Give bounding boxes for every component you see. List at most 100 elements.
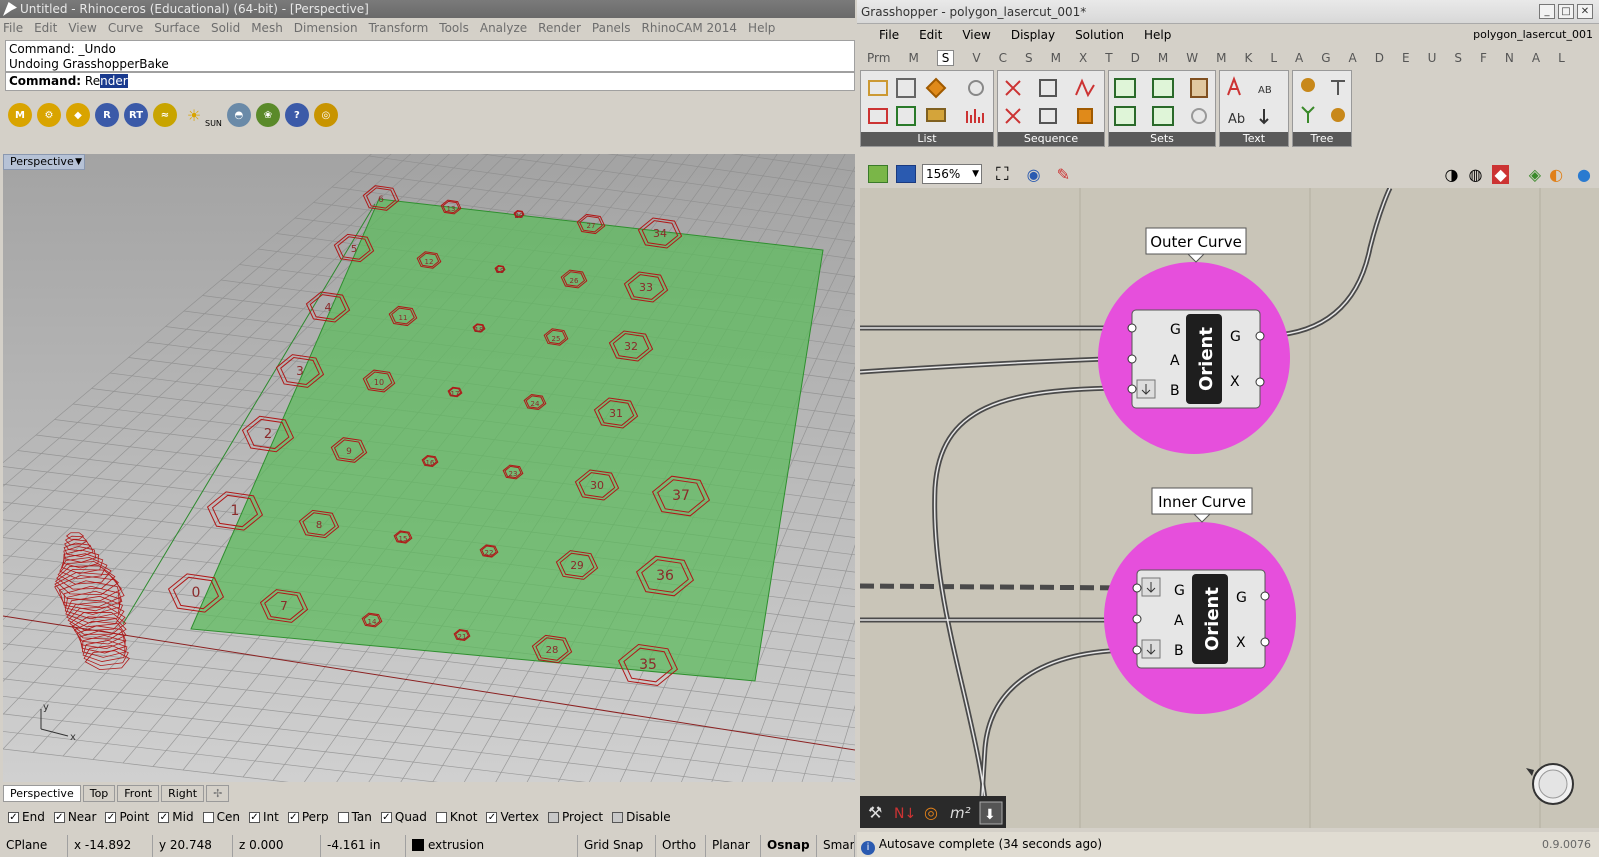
checkbox[interactable]: ✓ <box>8 811 19 823</box>
checkbox[interactable]: ✓ <box>486 811 498 823</box>
menu-dimension[interactable]: Dimension <box>294 21 358 35</box>
zoom-field[interactable]: 156% ▼ <box>922 164 982 184</box>
status-smarttrack[interactable]: Smar <box>817 835 855 857</box>
light-icon[interactable]: ◓ <box>226 103 251 127</box>
render-icon[interactable]: R <box>95 103 119 127</box>
close-icon[interactable]: ✕ <box>1577 4 1593 19</box>
save-file-icon[interactable] <box>896 165 916 183</box>
menu-solid[interactable]: Solid <box>211 21 240 35</box>
checkbox[interactable]: ✓ <box>105 811 117 823</box>
status-osnap[interactable]: Osnap <box>761 835 817 857</box>
checkbox[interactable]: ✓ <box>158 811 170 823</box>
osnap-tan[interactable]: Tan <box>337 810 372 824</box>
sphere-display-icon[interactable]: ● <box>1577 165 1591 184</box>
gh-menu-edit[interactable]: Edit <box>919 28 942 42</box>
math-icon[interactable]: m² <box>950 804 971 822</box>
gh-tab[interactable]: N <box>1505 51 1514 65</box>
status-grid-snap[interactable]: Grid Snap <box>578 835 656 857</box>
command-input[interactable]: Command: Render <box>5 72 855 91</box>
gh-tab[interactable]: X <box>1079 51 1087 65</box>
gh-menu-display[interactable]: Display <box>1011 28 1055 42</box>
orient-inner-node[interactable]: Orient G A B G X Inner Curve <box>1104 487 1296 714</box>
materials-icon[interactable]: M <box>8 103 32 127</box>
osnap-near[interactable]: ✓ Near <box>53 810 96 824</box>
osnap-int[interactable]: ✓ Int <box>248 810 279 824</box>
gh-tab[interactable]: L <box>1558 51 1565 65</box>
gh-tab[interactable]: S <box>1025 51 1033 65</box>
checkbox[interactable]: ✓ <box>380 811 392 823</box>
hex-polygon[interactable]: 18 <box>472 323 486 334</box>
menu-rhinocam[interactable]: RhinoCAM 2014 <box>642 21 738 35</box>
gh-menu-view[interactable]: View <box>962 28 990 42</box>
number-slider-icon[interactable]: N↓ <box>894 806 916 822</box>
sets-component-icons[interactable] <box>1109 71 1217 133</box>
gh-canvas-graph[interactable]: Orient G A B G X Outer Curve Orient G A … <box>860 188 1599 828</box>
gh-tab[interactable]: L <box>1270 51 1277 65</box>
menu-surface[interactable]: Surface <box>154 21 200 35</box>
gh-tab[interactable]: W <box>1186 51 1198 65</box>
tree-component-icons[interactable] <box>1293 71 1353 133</box>
material-icon[interactable]: ◐ <box>1549 165 1563 184</box>
perspective-viewport[interactable]: 0 1 2 3 4 5 6 7 8 9 10 11 12 13 14 15 16 17 18 19 20 21 22 23 24… <box>0 93 1064 855</box>
gh-tab[interactable]: S <box>936 50 955 66</box>
chevron-down-icon[interactable]: ▼ <box>75 155 82 169</box>
gh-tab[interactable]: S <box>1454 51 1462 65</box>
osnap-mid[interactable]: ✓ Mid <box>158 810 194 824</box>
tab-right[interactable]: Right <box>161 785 205 802</box>
gh-menu-solution[interactable]: Solution <box>1075 28 1124 42</box>
gh-tab[interactable]: C <box>999 51 1007 65</box>
checkbox[interactable] <box>337 811 349 823</box>
gh-tab[interactable]: T <box>1105 51 1112 65</box>
osnap-quad[interactable]: ✓ Quad <box>380 810 427 824</box>
download-icon[interactable]: ⬇ <box>984 807 996 823</box>
osnap-cen[interactable]: Cen <box>202 810 240 824</box>
gh-tab[interactable]: M <box>1216 51 1226 65</box>
gh-tab[interactable]: A <box>1295 51 1303 65</box>
checkbox[interactable] <box>435 811 447 823</box>
preview-wire-icon[interactable]: ◑ <box>1445 165 1459 184</box>
menu-render[interactable]: Render <box>538 21 581 35</box>
osnap-perp[interactable]: ✓ Perp <box>287 810 329 824</box>
preview-selected-icon[interactable]: ◆ <box>1492 164 1509 184</box>
menu-transform[interactable]: Transform <box>369 21 429 35</box>
realtime-render-icon[interactable]: RT <box>124 103 148 127</box>
checkbox[interactable] <box>548 811 560 823</box>
gh-tab[interactable]: A <box>1532 51 1540 65</box>
status-cplane[interactable]: CPlane <box>0 835 68 857</box>
help-icon[interactable]: ? <box>284 103 309 127</box>
navigation-compass-icon[interactable] <box>1526 763 1574 805</box>
osnap-disable[interactable]: Disable <box>612 810 671 824</box>
osnap-vertex[interactable]: ✓ Vertex <box>486 810 539 824</box>
open-file-icon[interactable] <box>868 165 888 183</box>
timer-icon[interactable]: ◎ <box>924 803 938 822</box>
chevron-down-icon[interactable]: ▼ <box>972 165 979 183</box>
menu-analyze[interactable]: Analyze <box>480 21 527 35</box>
viewport-canvas[interactable]: 0123456789101112131415161718192021222324… <box>0 93 1064 855</box>
viewport-title-tab[interactable]: Perspective ▼ <box>3 154 85 170</box>
gh-tab[interactable]: M <box>908 51 918 65</box>
wand-icon[interactable]: ⚒ <box>868 803 882 822</box>
checkbox[interactable]: ✓ <box>287 811 299 823</box>
menu-help[interactable]: Help <box>748 21 775 35</box>
hex-polygon[interactable]: 19 <box>494 265 506 275</box>
sun-icon[interactable]: ☀ <box>182 103 206 127</box>
gh-tab[interactable]: E <box>1402 51 1410 65</box>
gh-tab[interactable]: G <box>1321 51 1330 65</box>
osnap-end[interactable]: ✓ End <box>8 810 45 824</box>
tab-perspective[interactable]: Perspective <box>3 785 81 802</box>
tab-front[interactable]: Front <box>117 785 160 802</box>
add-viewport-icon[interactable]: ✢ <box>206 785 230 802</box>
gh-tab[interactable]: D <box>1375 51 1384 65</box>
document-preview-icon[interactable]: ◈ <box>1529 165 1541 184</box>
tag-icon[interactable]: ◆ <box>66 103 90 127</box>
menu-curve[interactable]: Curve <box>108 21 143 35</box>
osnap-knot[interactable]: Knot <box>435 810 477 824</box>
menu-tools[interactable]: Tools <box>439 21 469 35</box>
environment-icon[interactable]: ≈ <box>153 103 177 127</box>
gh-tab[interactable]: A <box>1349 51 1357 65</box>
preview-eye-icon[interactable]: ◉ <box>1027 165 1041 184</box>
status-planar[interactable]: Planar <box>706 835 761 857</box>
menu-panels[interactable]: Panels <box>592 21 631 35</box>
list-component-icons[interactable] <box>861 71 995 133</box>
preview-shaded-icon[interactable]: ◍ <box>1468 165 1482 184</box>
